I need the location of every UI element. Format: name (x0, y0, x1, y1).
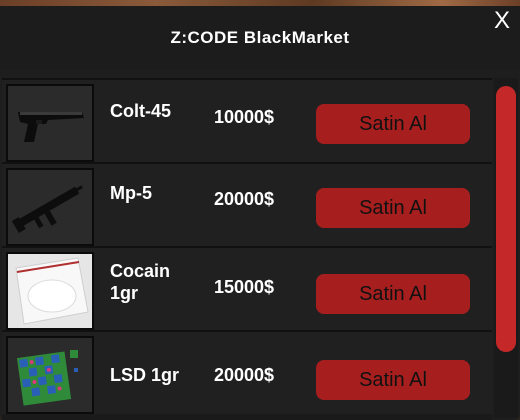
item-list: Colt-45 10000$ Satin Al Mp-5 20000$ Sati… (2, 78, 492, 420)
item-row: Mp-5 20000$ Satin Al (2, 162, 492, 246)
item-name: Cocain 1gr (110, 261, 171, 303)
item-price: 15000$ (214, 277, 275, 297)
item-name: Colt-45 (110, 101, 172, 121)
item-price: 20000$ (214, 189, 275, 209)
powder-bag-icon (6, 252, 94, 330)
item-name: LSD 1gr (110, 365, 180, 385)
title-bar: Z:CODE BlackMarket X (0, 6, 520, 70)
close-button[interactable]: X (490, 8, 514, 34)
item-row: LSD 1gr 20000$ Satin Al (2, 330, 492, 414)
item-price: 10000$ (214, 107, 275, 127)
buy-button[interactable]: Satin Al (316, 104, 470, 144)
smg-icon (6, 168, 94, 246)
blotter-paper-icon (6, 336, 94, 414)
item-name: Mp-5 (110, 183, 152, 203)
buy-button[interactable]: Satin Al (316, 360, 470, 400)
item-price: 20000$ (214, 365, 275, 385)
scrollbar[interactable] (494, 78, 518, 418)
item-row: Cocain 1gr 15000$ Satin Al (2, 246, 492, 330)
blackmarket-window: Z:CODE BlackMarket X Colt-45 10000$ Sati… (0, 6, 520, 420)
item-row: Colt-45 10000$ Satin Al (2, 78, 492, 162)
window-title: Z:CODE BlackMarket (170, 28, 350, 47)
buy-button[interactable]: Satin Al (316, 274, 470, 314)
pistol-icon (6, 84, 94, 162)
buy-button[interactable]: Satin Al (316, 188, 470, 228)
scrollbar-thumb[interactable] (496, 86, 516, 352)
